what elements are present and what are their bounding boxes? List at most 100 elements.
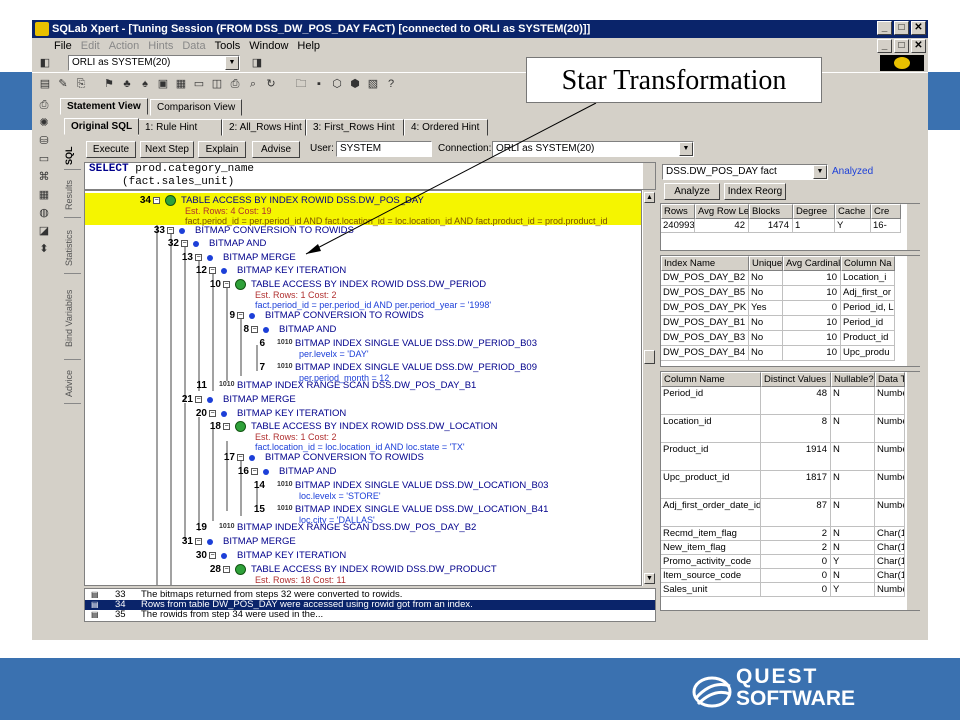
menu-item-file[interactable]: File: [54, 38, 72, 54]
plan-step-operation[interactable]: BITMAP INDEX SINGLE VALUE DSS.DW_PERIOD_…: [295, 362, 537, 373]
side-tab-statistics[interactable]: Statistics: [64, 222, 81, 274]
expand-toggle-icon[interactable]: −: [195, 396, 202, 403]
doc-minimize-button[interactable]: _: [877, 39, 892, 53]
statsgrid-scrollbar[interactable]: [906, 204, 920, 250]
side-tab-sql[interactable]: SQL: [64, 142, 81, 170]
menu-item-hints[interactable]: Hints: [148, 38, 173, 54]
tab-original-sql[interactable]: Original SQL: [64, 118, 140, 135]
plan-step-operation[interactable]: BITMAP INDEX RANGE SCAN DSS.DW_POS_DAY_B…: [237, 522, 476, 533]
plan-step-operation[interactable]: BITMAP INDEX SINGLE VALUE DSS.DW_PERIOD_…: [295, 338, 537, 349]
plan-step-operation[interactable]: BITMAP KEY ITERATION: [237, 550, 346, 561]
object-select[interactable]: DSS.DW_POS_DAY fact ▼: [662, 164, 828, 180]
menu-item-data[interactable]: Data: [182, 38, 205, 54]
next-step-button[interactable]: Next Step: [140, 141, 194, 158]
grid-header[interactable]: Data T: [875, 372, 905, 387]
plan-step-operation[interactable]: TABLE ACCESS BY INDEX ROWID DSS.DW_PERIO…: [251, 279, 486, 290]
plan-icon[interactable]: ♠: [138, 77, 152, 91]
explain-icon[interactable]: ⬢: [348, 77, 362, 91]
grid-header[interactable]: Avg Row Len: [695, 204, 749, 219]
expand-toggle-icon[interactable]: −: [237, 312, 244, 319]
side-tab-bind-variables[interactable]: Bind Variables: [64, 278, 81, 360]
plan-step-operation[interactable]: BITMAP INDEX RANGE SCAN DSS.DW_POS_DAY_B…: [237, 380, 476, 391]
plan-step-operation[interactable]: BITMAP KEY ITERATION: [237, 265, 346, 276]
chevron-down-icon[interactable]: ▼: [225, 56, 239, 70]
plan-step-operation[interactable]: BITMAP AND: [279, 324, 336, 335]
grid-header[interactable]: Blocks: [749, 204, 793, 219]
side-tab-advice[interactable]: Advice: [64, 364, 81, 404]
expand-toggle-icon[interactable]: −: [251, 326, 258, 333]
database-icon[interactable]: ⛁: [37, 134, 51, 148]
plan-step-operation[interactable]: TABLE ACCESS BY INDEX ROWID DSS.DW_POS_D…: [181, 195, 424, 206]
code-icon[interactable]: ⌘: [37, 170, 51, 184]
new-icon[interactable]: ▤: [38, 77, 52, 91]
wizard-icon[interactable]: ✺: [37, 116, 51, 130]
maximize-button[interactable]: □: [894, 21, 909, 35]
print-icon[interactable]: ⎙: [228, 77, 242, 91]
plan-step-operation[interactable]: BITMAP AND: [279, 466, 336, 477]
globe-icon[interactable]: ◍: [37, 206, 51, 220]
expand-toggle-icon[interactable]: −: [195, 254, 202, 261]
menu-item-action[interactable]: Action: [109, 38, 140, 54]
index-reorg-button[interactable]: Index Reorg: [724, 183, 786, 200]
report-icon[interactable]: ▦: [37, 188, 51, 202]
tab-all-rows-hint[interactable]: 2: All_Rows Hint: [222, 119, 306, 136]
doc-close-button[interactable]: ✕: [911, 39, 926, 53]
plan-step-operation[interactable]: BITMAP CONVERSION TO ROWIDS: [265, 310, 424, 321]
expand-toggle-icon[interactable]: −: [223, 423, 230, 430]
explain-button[interactable]: Explain: [198, 141, 246, 158]
grid-header[interactable]: Rows: [661, 204, 695, 219]
printer-icon[interactable]: ⎙: [37, 98, 51, 112]
expand-toggle-icon[interactable]: −: [209, 410, 216, 417]
table-stats-grid[interactable]: Rows Avg Row Len Blocks Degree Cache Cre 24099…: [660, 203, 920, 251]
debug-icon[interactable]: ◪: [37, 224, 51, 238]
grid-header[interactable]: Nullable?: [831, 372, 875, 387]
tab-comparison-view[interactable]: Comparison View: [150, 99, 242, 116]
plan-step-operation[interactable]: BITMAP CONVERSION TO ROWIDS: [265, 452, 424, 463]
plan-step-operation[interactable]: BITMAP MERGE: [223, 394, 296, 405]
plan-step-operation[interactable]: BITMAP INDEX SINGLE VALUE DSS.DW_LOCATIO…: [295, 504, 548, 515]
scroll-up-icon[interactable]: ▲: [644, 192, 655, 203]
tab-ordered-hint[interactable]: 4: Ordered Hint: [404, 119, 488, 136]
grid-header[interactable]: Index Name: [661, 256, 749, 271]
expand-toggle-icon[interactable]: −: [223, 566, 230, 573]
help-icon[interactable]: ?: [384, 77, 398, 91]
disk-icon[interactable]: ▪: [312, 77, 326, 91]
folder-icon[interactable]: ▭: [37, 152, 51, 166]
folder-icon[interactable]: ▭: [192, 77, 206, 91]
grid-header[interactable]: Degree: [793, 204, 835, 219]
doc-restore-button[interactable]: □: [894, 39, 909, 53]
plan-step-operation[interactable]: TABLE ACCESS BY INDEX ROWID DSS.DW_LOCAT…: [251, 421, 498, 432]
grid-header[interactable]: Column Na: [841, 256, 895, 271]
grid-header[interactable]: Unique: [749, 256, 783, 271]
grid-header[interactable]: Cre: [871, 204, 901, 219]
execute-button[interactable]: Execute: [86, 141, 136, 158]
column-grid[interactable]: Column Name Distinct Values Nullable? Data …: [660, 371, 920, 611]
expand-toggle-icon[interactable]: −: [153, 197, 160, 204]
connect-icon[interactable]: ◧: [38, 56, 52, 70]
plan-step-operation[interactable]: BITMAP MERGE: [223, 536, 296, 547]
sql-editor[interactable]: SELECT prod.category_name (fact.sales_un…: [84, 162, 656, 190]
message-row[interactable]: ▤ 35 The rowids from step 34 were used in …: [85, 610, 655, 620]
disconnect-icon[interactable]: ◨: [250, 56, 264, 70]
menu-item-edit[interactable]: Edit: [81, 38, 100, 54]
analyze-button[interactable]: Analyze: [664, 183, 720, 200]
connection-combo[interactable]: ORLI as SYSTEM(20) ▼: [68, 55, 240, 71]
colgrid-scrollbar[interactable]: [906, 372, 920, 610]
expand-toggle-icon[interactable]: −: [251, 468, 258, 475]
sql-scrollbar[interactable]: [642, 163, 655, 189]
plan-step-operation[interactable]: TABLE ACCESS BY INDEX ROWID DSS.DW_PRODU…: [251, 564, 497, 575]
save-icon[interactable]: ◫: [210, 77, 224, 91]
minimize-button[interactable]: _: [877, 21, 892, 35]
menu-item-tools[interactable]: Tools: [215, 38, 241, 54]
tab-statement-view[interactable]: Statement View: [60, 98, 148, 115]
scroll-down-icon[interactable]: ▼: [644, 573, 655, 584]
grid-header[interactable]: Avg Cardinality: [783, 256, 841, 271]
plan-step-operation[interactable]: BITMAP MERGE: [223, 252, 296, 263]
image-icon[interactable]: ▣: [156, 77, 170, 91]
expand-toggle-icon[interactable]: −: [181, 240, 188, 247]
run-icon[interactable]: ⚑: [102, 77, 116, 91]
plan-step-operation[interactable]: BITMAP KEY ITERATION: [237, 408, 346, 419]
open-icon[interactable]: ✎: [56, 77, 70, 91]
plan-scrollbar[interactable]: ▲ ▼: [642, 190, 656, 586]
expand-toggle-icon[interactable]: −: [209, 267, 216, 274]
